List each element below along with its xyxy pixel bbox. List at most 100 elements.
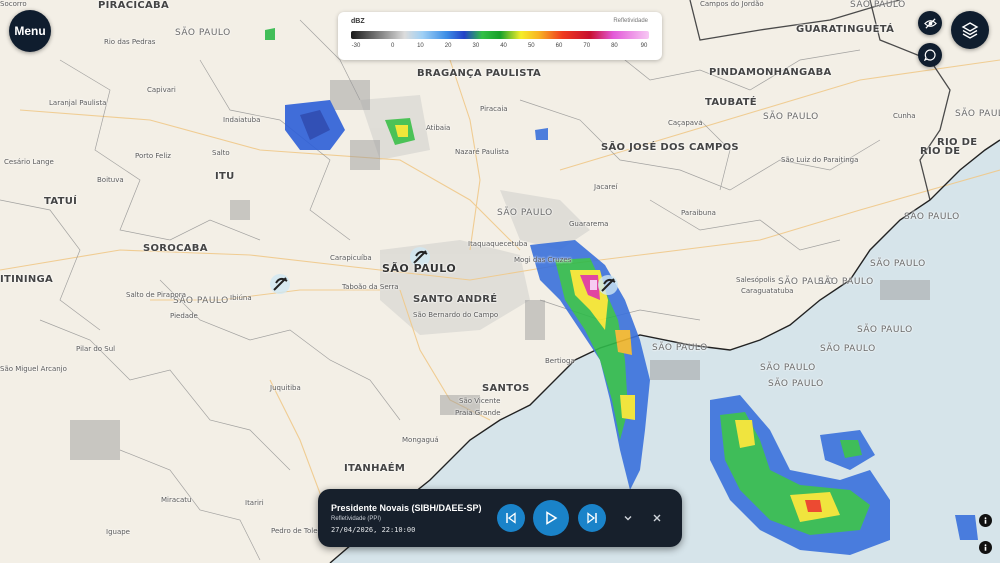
legend-unit: dBZ: [351, 18, 365, 25]
place-label: São Luiz do Paraitinga: [781, 156, 859, 164]
legend-tick: 30: [472, 43, 480, 49]
legend-tick: -30: [351, 43, 361, 49]
info-icon: [984, 544, 987, 551]
place-label: Guararema: [569, 220, 609, 228]
place-label: SÃO PAULO: [820, 344, 876, 354]
place-label: SÃO PAULO: [818, 277, 874, 287]
place-label: Bertioga: [545, 357, 575, 365]
place-label: SÃO PAULO: [175, 28, 231, 38]
place-label: São Miguel Arcanjo: [0, 365, 67, 373]
collapse-button[interactable]: [620, 510, 636, 526]
feedback-button[interactable]: [918, 43, 942, 67]
radar-player: Presidente Novais (SIBH/DAEE-SP) Refleti…: [318, 489, 682, 547]
previous-frame-button[interactable]: [497, 504, 525, 532]
place-label: Itaquaquecetuba: [468, 240, 528, 248]
place-label: Caraguatatuba: [741, 287, 794, 295]
place-label: SÃO PAULO: [768, 379, 824, 389]
place-label: PINDAMONHANGABA: [709, 67, 832, 78]
place-label: Cunha: [893, 112, 916, 120]
next-frame-button[interactable]: [578, 504, 606, 532]
chevron-down-icon: [624, 516, 632, 521]
place-label: RIO DE: [920, 146, 961, 157]
place-label: Indaiatuba: [223, 116, 261, 124]
place-label: SÃO PAULO: [857, 325, 913, 335]
place-label: Miracatu: [161, 496, 192, 504]
place-label: ITININGA: [0, 274, 54, 285]
place-label: Itariri: [245, 499, 264, 507]
legend-ticks: -30 0 10 20 30 40 50 60 70 80 90: [351, 43, 649, 53]
info-icon: [984, 517, 987, 524]
eye-off-icon: [923, 17, 937, 29]
place-label: Salto: [212, 149, 230, 157]
reflectivity-legend: dBZ Refletividade -30 0 10 20 30 40 50 60 70 80 90: [338, 12, 662, 60]
product-name: Refletividade (PPI): [331, 516, 382, 522]
place-label: Porto Feliz: [135, 152, 171, 160]
place-label: TATUÍ: [44, 196, 78, 207]
place-label: Praia Grande: [455, 409, 501, 417]
place-label: Rio das Pedras: [104, 38, 156, 46]
legend-tick: 90: [640, 43, 648, 49]
legend-tick: 70: [583, 43, 591, 49]
legend-color-bar: [351, 31, 649, 39]
legend-tick: 50: [527, 43, 535, 49]
place-label: Capivari: [147, 86, 176, 94]
legend-tick: 10: [417, 43, 424, 49]
legend-tick: 40: [500, 43, 507, 49]
place-label: SANTO ANDRÉ: [413, 294, 498, 305]
menu-button[interactable]: Menu: [9, 10, 51, 52]
place-label: ITANHAÉM: [344, 463, 406, 474]
info-button[interactable]: [979, 514, 992, 527]
place-label: SÃO PAULO: [652, 343, 708, 353]
chat-icon: [924, 49, 936, 61]
place-label: Cesário Lange: [4, 158, 54, 166]
place-label: PIRACICABA: [98, 0, 169, 11]
hide-overlay-button[interactable]: [918, 11, 942, 35]
menu-label: Menu: [14, 24, 46, 38]
place-label: SÃO PAULO: [382, 262, 457, 275]
place-label: Laranjal Paulista: [49, 99, 107, 107]
place-label: Paraibuna: [681, 209, 716, 217]
legend-quantity: Refletividade: [613, 18, 648, 24]
place-label: Carapicuíba: [330, 254, 372, 262]
place-label: Boituva: [97, 176, 124, 184]
place-label: Caçapava: [668, 119, 703, 127]
legend-tick: 20: [444, 43, 452, 49]
skip-forward-icon: [587, 512, 597, 524]
place-label: Piracaia: [480, 105, 508, 113]
place-label: SÃO JOSÉ DOS CAMPOS: [601, 142, 739, 153]
place-label: Pilar do Sul: [76, 345, 116, 353]
place-label: Mongaguá: [402, 436, 439, 444]
place-label: Jacareí: [594, 183, 618, 191]
place-label: Nazaré Paulista: [455, 148, 509, 156]
place-label: SÃO PAULO: [760, 363, 816, 373]
place-label: TAUBATÉ: [705, 97, 757, 108]
place-label: Taboão da Serra: [342, 283, 399, 291]
attribution-info-button[interactable]: [979, 541, 992, 554]
legend-tick: 0: [391, 43, 395, 49]
layers-button[interactable]: [951, 11, 989, 49]
place-label: SÃO PAULO: [904, 212, 960, 222]
place-label: SÃO PAULO: [497, 208, 553, 218]
play-button[interactable]: [533, 500, 569, 536]
close-button[interactable]: [649, 510, 665, 526]
skip-back-icon: [506, 512, 516, 524]
place-label: Salesópolis: [736, 276, 776, 284]
place-label: Campos do Jordão: [700, 0, 764, 8]
place-label: SOROCABA: [143, 243, 208, 254]
place-label: Iguape: [106, 528, 130, 536]
place-label: Juquitiba: [270, 384, 301, 392]
place-label: SÃO PAULO: [850, 0, 906, 10]
place-label: SÃO PAULO: [955, 109, 1000, 119]
station-name: Presidente Novais (SIBH/DAEE-SP): [331, 503, 482, 513]
place-label: São Bernardo do Campo: [413, 311, 499, 319]
close-icon: [653, 514, 661, 522]
play-icon: [546, 511, 558, 525]
place-label: BRAGANÇA PAULISTA: [417, 68, 542, 79]
place-label: Atibaia: [426, 124, 451, 132]
place-label: SÃO PAULO: [870, 259, 926, 269]
place-label: Ibiúna: [230, 294, 252, 302]
place-label: Salto de Pirapora: [126, 291, 186, 299]
place-label: Mogi das Cruzes: [514, 256, 572, 264]
place-label: GUARATINGUETÁ: [796, 24, 895, 35]
place-label: SÃO PAULO: [763, 112, 819, 122]
